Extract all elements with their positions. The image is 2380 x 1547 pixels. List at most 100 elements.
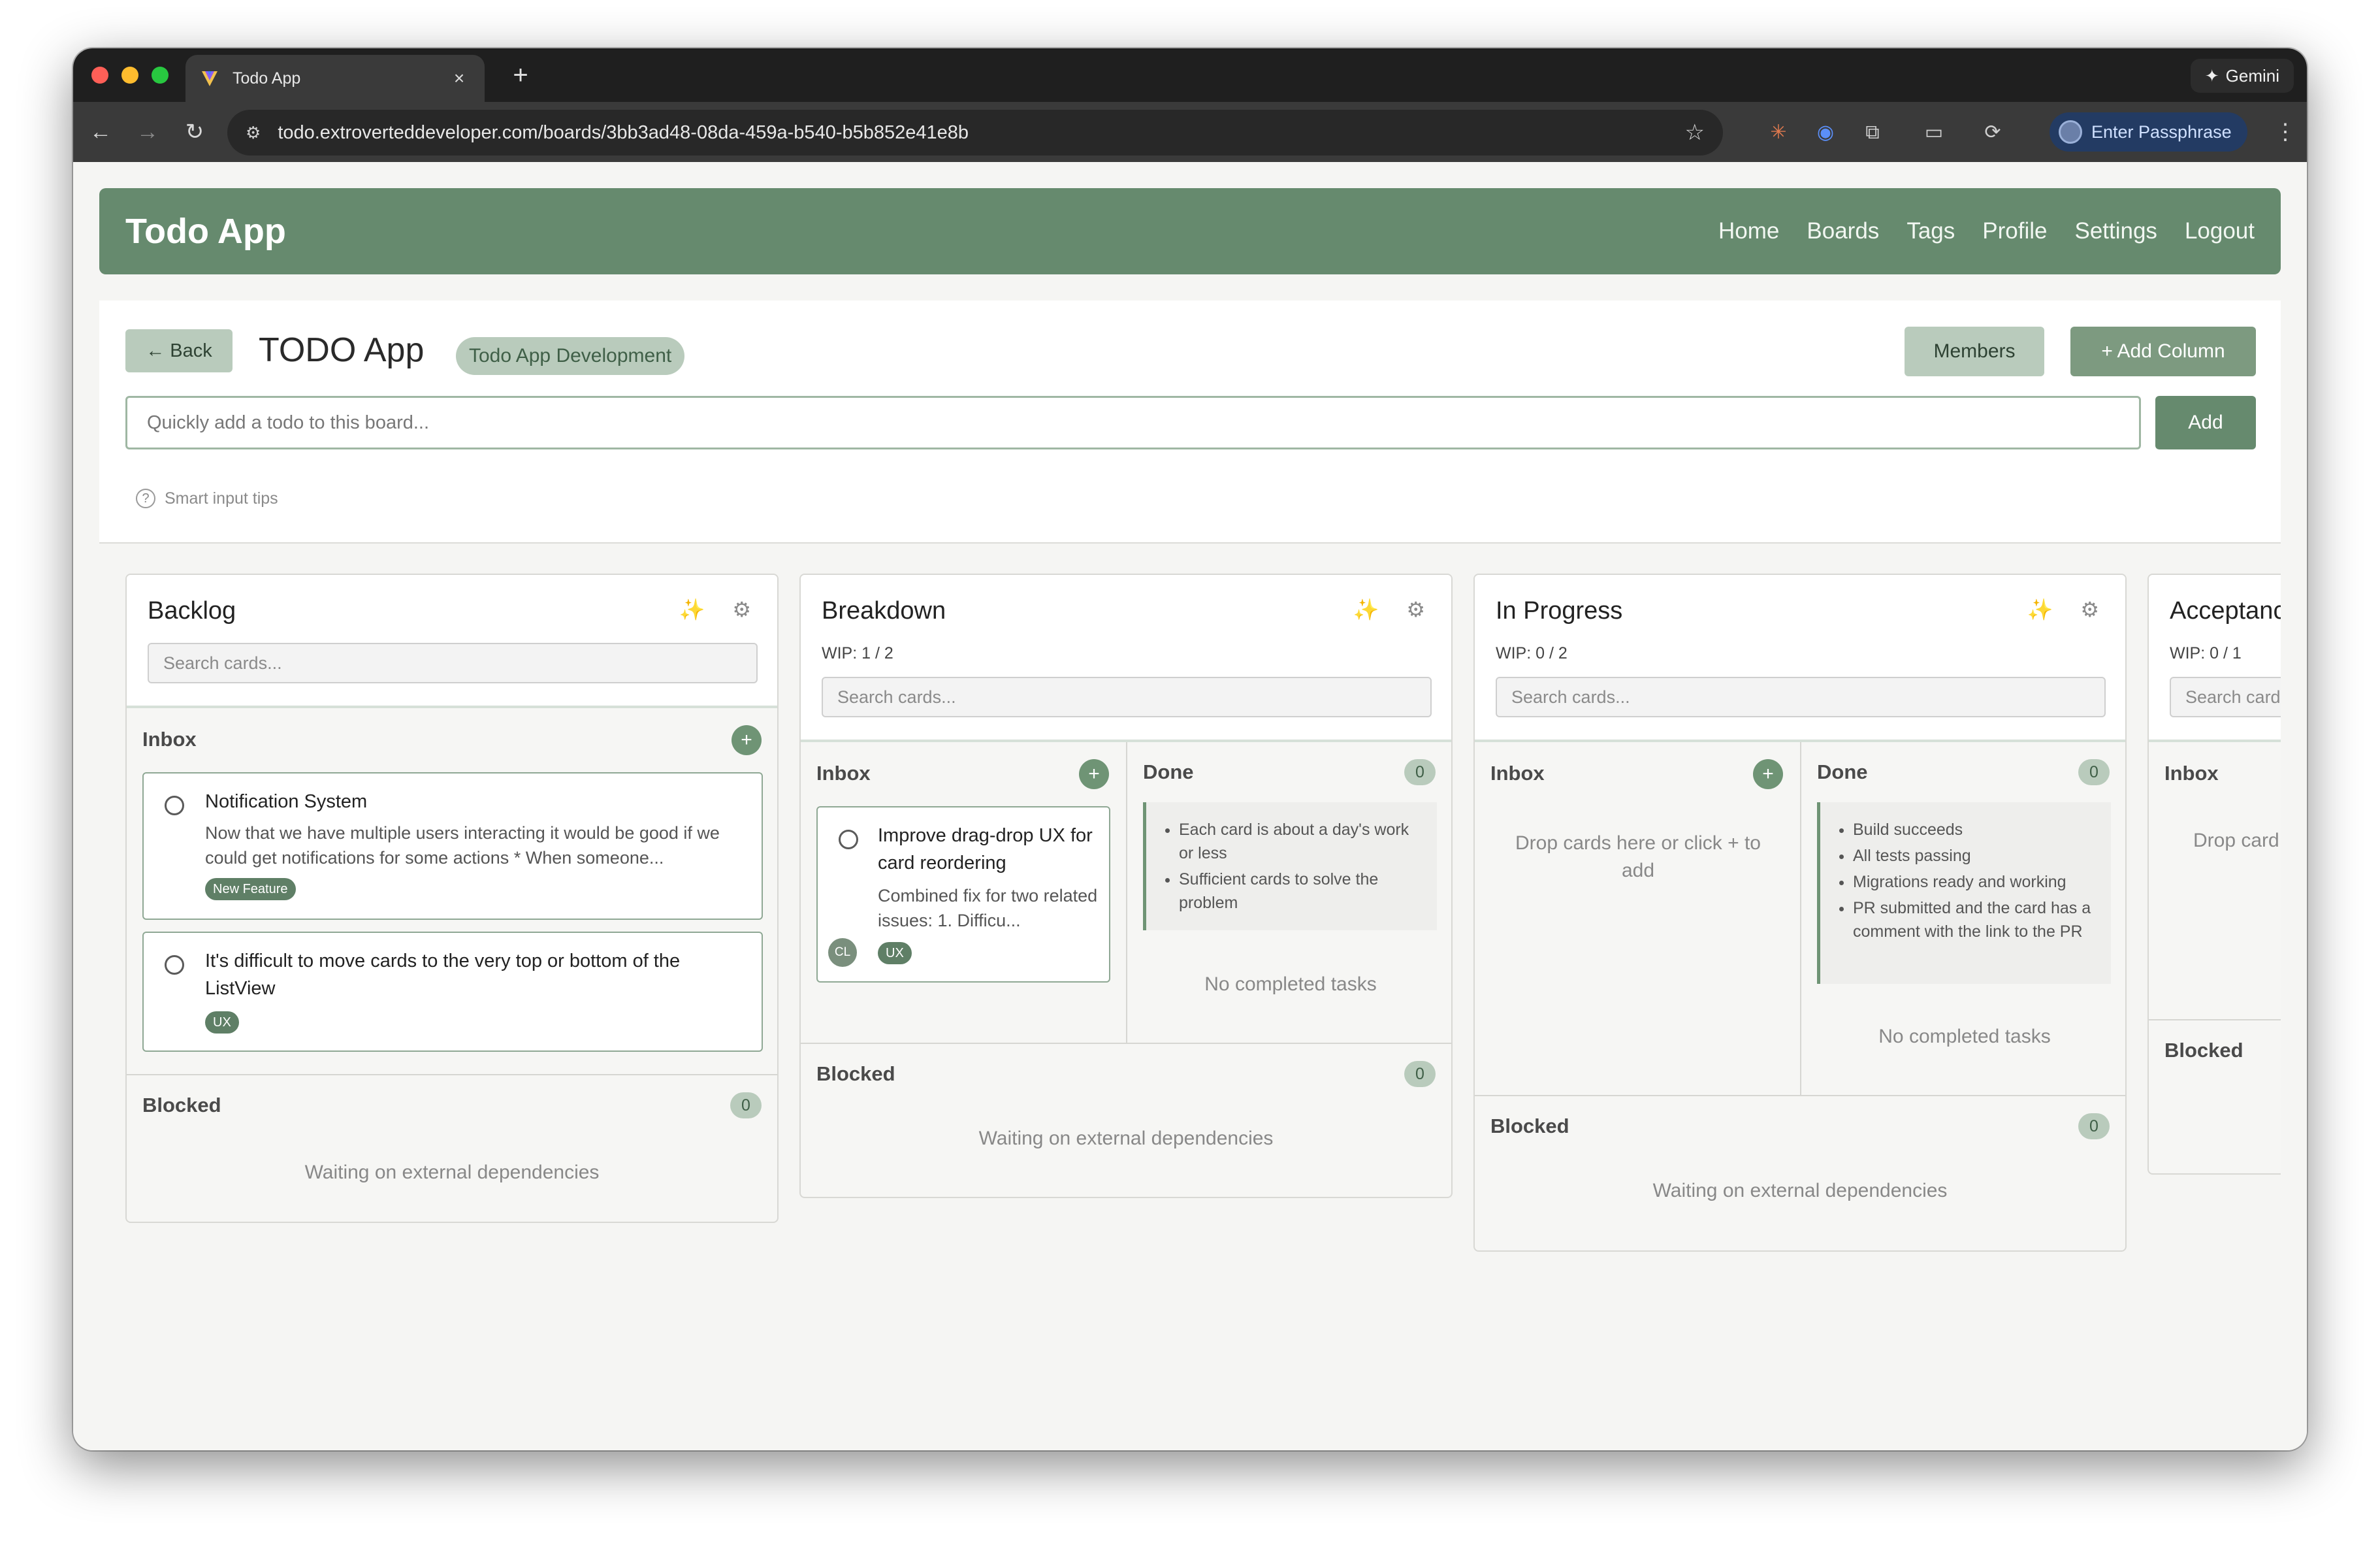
breakdown-done-section: Done 0 Each card is about a day's work o… bbox=[1127, 742, 1451, 1043]
blocked-empty-message: Waiting on external dependencies bbox=[304, 1162, 600, 1183]
board-header-panel: ← Back TODO App Todo App Development Mem… bbox=[99, 301, 2281, 544]
dod-item: Each card is about a day's work or less bbox=[1179, 818, 1425, 865]
site-settings-icon[interactable]: ⚙ bbox=[246, 123, 261, 143]
definition-of-done-list: Each card is about a day's work or less … bbox=[1143, 802, 1437, 930]
browser-menu-icon[interactable]: ⋮ bbox=[2274, 116, 2296, 148]
profile-passphrase-button[interactable]: Enter Passphrase bbox=[2050, 112, 2247, 152]
done-empty-message: No completed tasks bbox=[1204, 973, 1377, 995]
reload-icon[interactable]: ↻ bbox=[179, 116, 210, 148]
blocked-title: Blocked bbox=[2164, 1039, 2243, 1062]
ai-sparkle-icon[interactable]: ✨ bbox=[1353, 597, 1379, 622]
url-text[interactable]: todo.extroverteddeveloper.com/boards/3bb… bbox=[278, 122, 1684, 144]
in-progress-blocked-section: Blocked 0 Waiting on external dependenci… bbox=[1475, 1096, 2125, 1250]
close-window-button[interactable] bbox=[91, 67, 108, 84]
done-empty-message: No completed tasks bbox=[1878, 1026, 2051, 1047]
back-arrow-icon[interactable]: ← bbox=[85, 116, 116, 148]
app-title[interactable]: Todo App bbox=[125, 211, 1718, 252]
card-listview-move[interactable]: It's difficult to move cards to the very… bbox=[142, 932, 763, 1052]
nav-home[interactable]: Home bbox=[1718, 218, 1779, 244]
column-title: In Progress bbox=[1496, 597, 1623, 625]
browser-window: Todo App × + ✦ Gemini ← → ↻ ⚙ todo.extro… bbox=[73, 48, 2307, 1450]
board-title: TODO App bbox=[259, 331, 425, 369]
column-search-input[interactable] bbox=[1496, 677, 2106, 717]
claude-extension-icon[interactable]: ✳ bbox=[1766, 120, 1791, 145]
blocked-title: Blocked bbox=[142, 1094, 221, 1116]
column-search-input[interactable] bbox=[2170, 677, 2281, 717]
forward-arrow-icon[interactable]: → bbox=[132, 116, 163, 148]
app-header: Todo App Home Boards Tags Profile Settin… bbox=[99, 188, 2281, 274]
members-button[interactable]: Members bbox=[1905, 327, 2044, 376]
inbox-empty-message[interactable]: Drop cards here or click + to add bbox=[1507, 830, 1769, 885]
close-tab-icon[interactable]: × bbox=[448, 68, 470, 89]
column-title: Breakdown bbox=[822, 597, 946, 625]
card-title: Improve drag-drop UX for card reordering bbox=[878, 825, 1093, 873]
card-tag-ux[interactable]: UX bbox=[205, 1011, 239, 1034]
acceptance-inbox-section: Inbox Drop card bbox=[2149, 742, 2281, 1019]
quick-add-input[interactable] bbox=[125, 396, 2141, 449]
nav-tags[interactable]: Tags bbox=[1906, 218, 1955, 244]
in-progress-done-section: Done 0 Build succeeds All tests passing … bbox=[1801, 742, 2125, 1095]
add-card-plus-icon[interactable]: + bbox=[1753, 759, 1783, 789]
tips-label: Smart input tips bbox=[165, 489, 278, 508]
column-search-input[interactable] bbox=[822, 677, 1432, 717]
column-acceptance-viewport: Acceptanc WIP: 0 / 1 Inbox Drop card Blo… bbox=[2147, 574, 2281, 1175]
done-count-badge: 0 bbox=[1404, 759, 1436, 785]
column-header: Backlog ✨ ⚙ bbox=[127, 575, 777, 708]
add-column-button[interactable]: + Add Column bbox=[2070, 327, 2256, 376]
card-tag-ux[interactable]: UX bbox=[878, 942, 912, 964]
add-card-plus-icon[interactable]: + bbox=[732, 725, 762, 755]
bookmark-star-icon[interactable]: ☆ bbox=[1685, 120, 1705, 146]
minimize-window-button[interactable] bbox=[121, 67, 138, 84]
reading-mode-icon[interactable]: ▭ bbox=[1922, 120, 1946, 145]
blocked-title: Blocked bbox=[816, 1062, 895, 1085]
column-acceptance: Acceptanc WIP: 0 / 1 Inbox Drop card Blo… bbox=[2147, 574, 2281, 1175]
column-settings-gear-icon[interactable]: ⚙ bbox=[1406, 597, 1425, 622]
card-complete-radio[interactable] bbox=[839, 830, 858, 849]
column-actions: ✨ ⚙ bbox=[1353, 597, 1425, 622]
back-button[interactable]: ← Back bbox=[125, 329, 233, 372]
ai-sparkle-icon[interactable]: ✨ bbox=[2027, 597, 2053, 622]
card-description: Combined fix for two related issues: 1. … bbox=[878, 886, 1098, 930]
inbox-title: Inbox bbox=[142, 728, 197, 751]
assignee-avatar[interactable]: CL bbox=[828, 938, 857, 967]
breakdown-inbox-section: Inbox + Improve drag-drop UX for card re… bbox=[801, 742, 1126, 1043]
column-header: In Progress ✨ ⚙ WIP: 0 / 2 bbox=[1475, 575, 2125, 742]
backlog-inbox-section: Inbox + Notification System Now that we … bbox=[127, 708, 777, 1074]
new-tab-button[interactable]: + bbox=[504, 59, 537, 91]
nav-logout[interactable]: Logout bbox=[2185, 218, 2255, 244]
column-title: Acceptanc bbox=[2170, 597, 2281, 625]
card-drag-drop-ux[interactable]: Improve drag-drop UX for card reordering… bbox=[816, 806, 1110, 983]
maximize-window-button[interactable] bbox=[152, 67, 169, 84]
nav-profile[interactable]: Profile bbox=[1982, 218, 2047, 244]
blocked-count-badge: 0 bbox=[730, 1092, 762, 1118]
blocked-empty-message: Waiting on external dependencies bbox=[978, 1128, 1274, 1149]
quick-add-button[interactable]: Add bbox=[2155, 396, 2256, 449]
inbox-empty-message[interactable]: Drop card bbox=[2193, 830, 2279, 852]
column-search-input[interactable] bbox=[148, 643, 758, 683]
ai-sparkle-icon[interactable]: ✨ bbox=[679, 597, 705, 622]
nav-settings[interactable]: Settings bbox=[2074, 218, 2157, 244]
browser-tab[interactable]: Todo App × bbox=[185, 55, 485, 102]
column-actions: ✨ ⚙ bbox=[2027, 597, 2099, 622]
card-notification-system[interactable]: Notification System Now that we have mul… bbox=[142, 772, 763, 920]
inbox-title: Inbox bbox=[1490, 762, 1545, 785]
column-settings-gear-icon[interactable]: ⚙ bbox=[2080, 597, 2099, 622]
app-favicon-icon bbox=[202, 71, 217, 86]
nav-boards[interactable]: Boards bbox=[1807, 218, 1879, 244]
add-card-plus-icon[interactable]: + bbox=[1079, 759, 1109, 789]
column-settings-gear-icon[interactable]: ⚙ bbox=[732, 597, 751, 622]
password-extension-icon[interactable]: ◉ bbox=[1813, 120, 1838, 145]
blocked-title: Blocked bbox=[1490, 1115, 1569, 1137]
extensions-puzzle-icon[interactable]: ⧉ bbox=[1860, 120, 1885, 145]
card-tag-new-feature[interactable]: New Feature bbox=[205, 878, 296, 900]
card-complete-radio[interactable] bbox=[165, 955, 184, 975]
sync-icon[interactable]: ⟳ bbox=[1980, 120, 2005, 145]
card-complete-radio[interactable] bbox=[165, 796, 184, 815]
dod-item: Migrations ready and working bbox=[1853, 870, 2099, 894]
column-in-progress: In Progress ✨ ⚙ WIP: 0 / 2 Inbox + Drop … bbox=[1473, 574, 2127, 1252]
gemini-button[interactable]: ✦ Gemini bbox=[2190, 59, 2294, 93]
address-bar[interactable]: ⚙ todo.extroverteddeveloper.com/boards/3… bbox=[227, 110, 1723, 155]
smart-input-tips[interactable]: ? Smart input tips bbox=[136, 489, 278, 508]
board-project-tag[interactable]: Todo App Development bbox=[456, 337, 685, 375]
in-progress-inbox-section: Inbox + Drop cards here or click + to ad… bbox=[1475, 742, 1800, 1095]
